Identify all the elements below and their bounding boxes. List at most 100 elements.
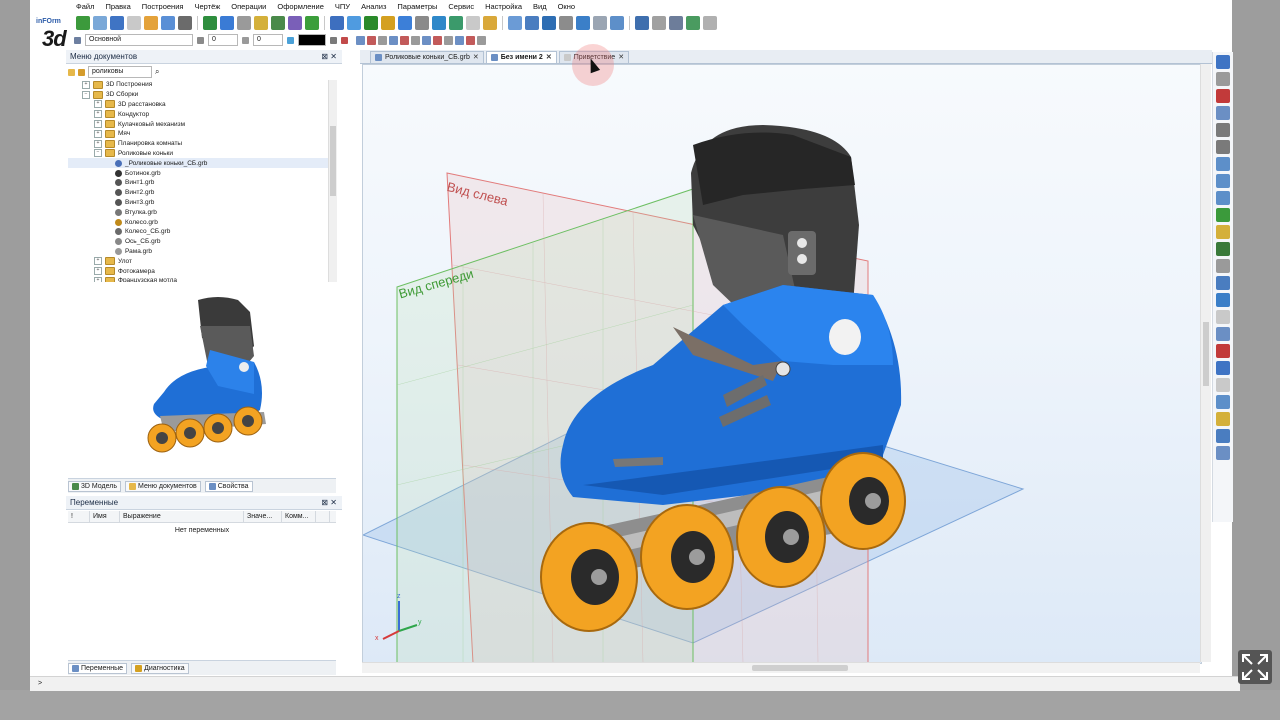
- command-line[interactable]: >: [30, 676, 1240, 691]
- menu-item-1[interactable]: Правка: [105, 1, 130, 12]
- tool-icon-20[interactable]: [432, 16, 446, 30]
- snap-icon-6[interactable]: [422, 35, 431, 45]
- fullscreen-button[interactable]: [1238, 650, 1272, 684]
- tree-item[interactable]: Ботинок.grb: [68, 168, 330, 178]
- tree-item[interactable]: Винт3.grb: [68, 198, 330, 208]
- view-tool-icon-23[interactable]: [1216, 446, 1230, 460]
- tool-icon-23[interactable]: [483, 16, 497, 30]
- snap-icon-11[interactable]: [477, 35, 486, 45]
- view-tool-icon-13[interactable]: [1216, 276, 1230, 290]
- menu-item-5[interactable]: Оформление: [277, 1, 324, 12]
- tool-icon-5[interactable]: [161, 16, 175, 30]
- tool-icon-4[interactable]: [144, 16, 158, 30]
- view-tool-icon-1[interactable]: [1216, 72, 1230, 86]
- viewport-hscroll[interactable]: [362, 662, 1200, 673]
- tree-item[interactable]: Винт2.grb: [68, 188, 330, 198]
- tree-item[interactable]: +3D расстановка: [68, 100, 330, 110]
- vars-column-header[interactable]: Комм...: [282, 511, 316, 522]
- menu-item-6[interactable]: ЧПУ: [335, 1, 350, 12]
- view-tool-icon-19[interactable]: [1216, 378, 1230, 392]
- doc-tree-scrollbar[interactable]: [328, 80, 337, 282]
- snap-icon[interactable]: [341, 36, 348, 44]
- tool-icon-32[interactable]: [652, 16, 666, 30]
- tool-icon-22[interactable]: [466, 16, 480, 30]
- bottom-tab-0[interactable]: Переменные: [68, 662, 128, 674]
- expand-icon[interactable]: +: [94, 139, 102, 148]
- tool-icon-11[interactable]: [271, 16, 285, 30]
- tool-icon-28[interactable]: [576, 16, 590, 30]
- panel-tab-0[interactable]: 3D Модель: [68, 480, 122, 492]
- tool-icon-7[interactable]: [203, 16, 217, 30]
- view-tool-icon-9[interactable]: [1216, 208, 1230, 222]
- document-tab-0[interactable]: Роликовые коньки_СБ.grb ✕: [370, 51, 484, 63]
- vars-column-header[interactable]: !: [68, 511, 90, 522]
- tool-icon-2[interactable]: [110, 16, 124, 30]
- collapse-icon[interactable]: −: [82, 90, 90, 99]
- panel-tab-1[interactable]: Меню документов: [125, 480, 201, 492]
- tool-icon-0[interactable]: [76, 16, 90, 30]
- view-tool-icon-21[interactable]: [1216, 412, 1230, 426]
- tool-icon-13[interactable]: [305, 16, 319, 30]
- color-icon[interactable]: [287, 36, 294, 44]
- tree-item[interactable]: Колесо_СБ.grb: [68, 227, 330, 237]
- scroll-thumb[interactable]: [1203, 322, 1209, 386]
- menu-item-11[interactable]: Вид: [533, 1, 547, 12]
- style-select[interactable]: Основной: [85, 34, 193, 46]
- menu-item-12[interactable]: Окно: [558, 1, 575, 12]
- collapse-icon[interactable]: −: [94, 149, 102, 158]
- snap-icon-5[interactable]: [411, 35, 420, 45]
- tool-icon-16[interactable]: [364, 16, 378, 30]
- view-tool-icon-11[interactable]: [1216, 242, 1230, 256]
- layers-icon[interactable]: [197, 36, 204, 44]
- tree-item[interactable]: Винт1.grb: [68, 178, 330, 188]
- bottom-tab-1[interactable]: Диагностика: [131, 662, 189, 674]
- scroll-thumb[interactable]: [752, 665, 848, 671]
- snap-icon-9[interactable]: [455, 35, 464, 45]
- view-tool-icon-7[interactable]: [1216, 174, 1230, 188]
- tool-icon-34[interactable]: [686, 16, 700, 30]
- snap-icon-2[interactable]: [378, 35, 387, 45]
- scroll-thumb[interactable]: [330, 126, 336, 196]
- view-tool-icon-17[interactable]: [1216, 344, 1230, 358]
- vars-column-header[interactable]: Имя: [90, 511, 120, 522]
- tool-icon-15[interactable]: [347, 16, 361, 30]
- tree-item[interactable]: + Кондуктор: [68, 109, 330, 119]
- tool-icon-35[interactable]: [703, 16, 717, 30]
- search-icon[interactable]: ⌕: [155, 67, 159, 77]
- tool-icon-27[interactable]: [559, 16, 573, 30]
- vars-column-header[interactable]: Выражение: [120, 511, 244, 522]
- tool-icon-25[interactable]: [525, 16, 539, 30]
- color-swatch[interactable]: [298, 34, 326, 46]
- view-tool-icon-2[interactable]: [1216, 89, 1230, 103]
- 3d-viewport[interactable]: Вид слева Вид спереди z y x: [362, 64, 1202, 664]
- tool-icon-21[interactable]: [449, 16, 463, 30]
- view-tool-icon-14[interactable]: [1216, 293, 1230, 307]
- view-tool-icon-18[interactable]: [1216, 361, 1230, 375]
- snap-icon-7[interactable]: [433, 35, 442, 45]
- view-tool-icon-15[interactable]: [1216, 310, 1230, 324]
- tool-icon-3[interactable]: [127, 16, 141, 30]
- snap-icon-3[interactable]: [389, 35, 398, 45]
- tree-item[interactable]: + Улот: [68, 256, 330, 266]
- view-tool-icon-6[interactable]: [1216, 157, 1230, 171]
- tree-item[interactable]: Втулка.grb: [68, 207, 330, 217]
- close-icon[interactable]: ⊠ ✕: [321, 496, 337, 509]
- tool-icon-10[interactable]: [254, 16, 268, 30]
- tree-item[interactable]: + Французская мотла: [68, 276, 330, 282]
- vars-column-header[interactable]: Значе...: [244, 511, 282, 522]
- expand-icon[interactable]: +: [94, 110, 102, 119]
- tree-item[interactable]: + Планировка комнаты: [68, 139, 330, 149]
- vars-column-header[interactable]: [316, 511, 330, 522]
- view-tool-icon-20[interactable]: [1216, 395, 1230, 409]
- scene-3d[interactable]: [363, 65, 1201, 663]
- snap-icon-1[interactable]: [367, 35, 376, 45]
- menu-item-10[interactable]: Настройка: [485, 1, 522, 12]
- menu-item-7[interactable]: Анализ: [361, 1, 386, 12]
- view-tool-icon-10[interactable]: [1216, 225, 1230, 239]
- value-field-b[interactable]: 0: [253, 34, 283, 46]
- tree-item[interactable]: Колесо.grb: [68, 217, 330, 227]
- tree-item[interactable]: +3D Построения: [68, 80, 330, 90]
- tool-icon-1[interactable]: [93, 16, 107, 30]
- folder-up-icon[interactable]: [78, 68, 85, 76]
- tool-icon-14[interactable]: [330, 16, 344, 30]
